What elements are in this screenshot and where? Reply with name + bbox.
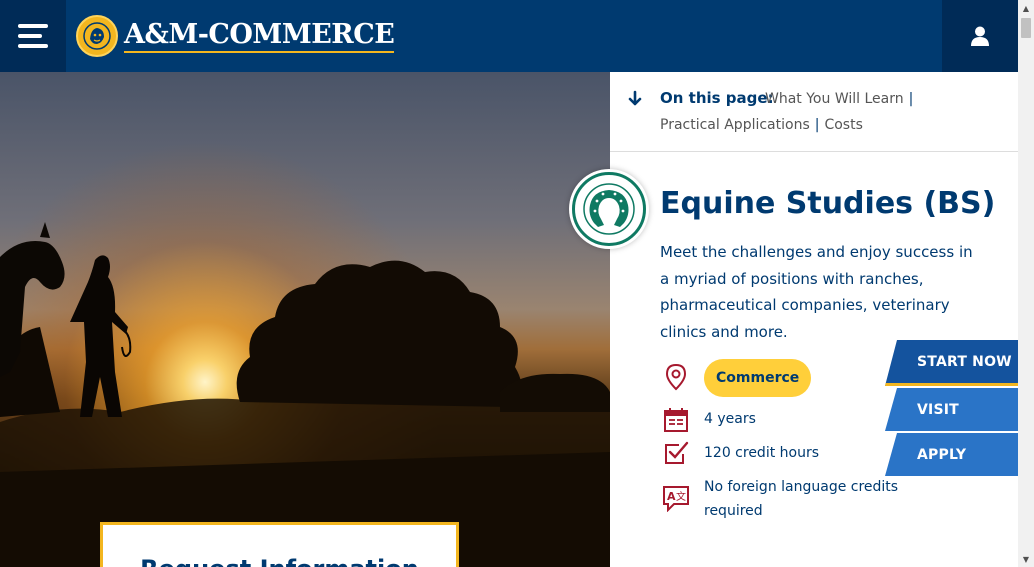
- hamburger-icon: [18, 24, 48, 28]
- logo-text: A&M-COMMERCE: [124, 19, 395, 53]
- program-title: Equine Studies (BS): [660, 186, 996, 221]
- scroll-thumb[interactable]: [1021, 18, 1031, 38]
- link-costs[interactable]: Costs: [824, 117, 862, 133]
- start-now-button[interactable]: START NOW: [885, 340, 1018, 386]
- translate-icon: A 文: [662, 484, 690, 512]
- page-scrollbar[interactable]: ▲ ▼: [1018, 0, 1034, 567]
- program-description: Meet the challenges and enjoy success in…: [660, 243, 973, 341]
- scroll-down-arrow-icon[interactable]: ▼: [1018, 551, 1034, 567]
- link-what-you-will-learn[interactable]: What You Will Learn: [765, 91, 904, 107]
- request-info-title: Request Information: [140, 555, 419, 567]
- site-header: A&M-COMMERCE: [0, 0, 1018, 72]
- program-credits: 120 credit hours: [704, 445, 820, 461]
- site-logo[interactable]: A&M-COMMERCE: [76, 14, 395, 58]
- program-panel: On this page: What You Will Learn | Pract…: [610, 72, 1018, 567]
- calendar-icon: [662, 406, 690, 434]
- menu-button[interactable]: [0, 0, 66, 72]
- scroll-up-arrow-icon[interactable]: ▲: [1018, 0, 1034, 16]
- svg-text:A: A: [667, 490, 676, 503]
- horseshoe-icon: [583, 183, 635, 235]
- checkbox-icon: [662, 439, 690, 467]
- campus-badge[interactable]: Commerce: [704, 359, 812, 397]
- lion-seal-icon: [76, 15, 118, 57]
- arrow-down-icon: [628, 90, 642, 106]
- link-separator: |: [814, 117, 820, 133]
- on-this-page-nav: On this page: What You Will Learn | Pract…: [610, 72, 1018, 152]
- link-separator: |: [908, 91, 914, 107]
- link-practical-applications[interactable]: Practical Applications: [660, 117, 810, 133]
- hero-image: [0, 72, 610, 567]
- user-icon: [971, 26, 989, 46]
- program-icon-badge: [572, 172, 646, 246]
- sunset-silhouette-image: [0, 222, 610, 567]
- svg-text:文: 文: [676, 490, 686, 503]
- apply-button[interactable]: APPLY: [885, 433, 1018, 476]
- visit-button[interactable]: VISIT: [885, 388, 1018, 431]
- program-language-requirement: No foreign language credits required: [704, 479, 899, 519]
- location-pin-icon: [662, 363, 690, 391]
- request-info-card[interactable]: Request Information: [100, 522, 459, 567]
- account-button[interactable]: [942, 0, 1018, 72]
- program-duration: 4 years: [704, 411, 756, 427]
